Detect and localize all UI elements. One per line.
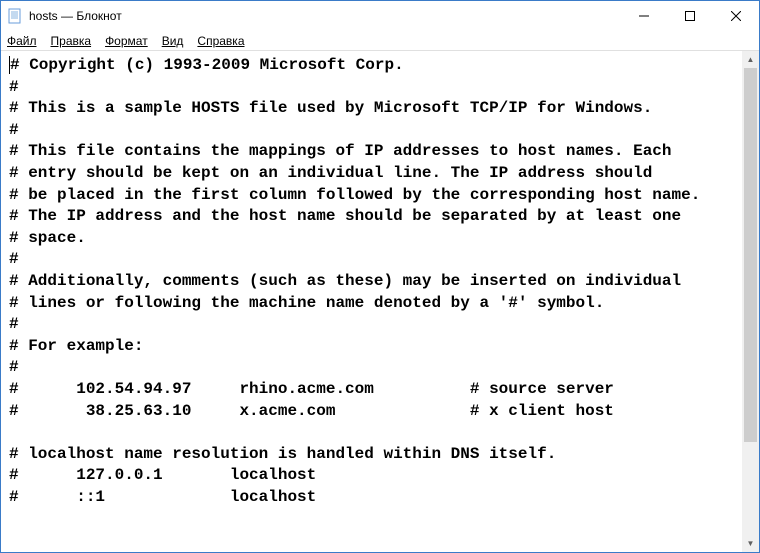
menu-file[interactable]: Файл bbox=[7, 34, 37, 48]
titlebar[interactable]: hosts — Блокнот bbox=[1, 1, 759, 31]
minimize-button[interactable] bbox=[621, 1, 667, 31]
maximize-button[interactable] bbox=[667, 1, 713, 31]
window-controls bbox=[621, 1, 759, 31]
menu-view[interactable]: Вид bbox=[162, 34, 184, 48]
close-button[interactable] bbox=[713, 1, 759, 31]
scrollbar-thumb[interactable] bbox=[744, 68, 757, 442]
scroll-up-arrow-icon[interactable]: ▲ bbox=[742, 51, 759, 68]
menu-help[interactable]: Справка bbox=[197, 34, 244, 48]
notepad-icon bbox=[7, 8, 23, 24]
menu-edit[interactable]: Правка bbox=[51, 34, 92, 48]
window-title: hosts — Блокнот bbox=[29, 9, 621, 23]
editor-area: # Copyright (c) 1993-2009 Microsoft Corp… bbox=[1, 51, 759, 552]
vertical-scrollbar[interactable]: ▲ ▼ bbox=[742, 51, 759, 552]
menu-format[interactable]: Формат bbox=[105, 34, 148, 48]
scroll-down-arrow-icon[interactable]: ▼ bbox=[742, 535, 759, 552]
scrollbar-track[interactable] bbox=[742, 68, 759, 535]
menubar: Файл Правка Формат Вид Справка bbox=[1, 31, 759, 51]
text-content[interactable]: # Copyright (c) 1993-2009 Microsoft Corp… bbox=[1, 51, 742, 552]
